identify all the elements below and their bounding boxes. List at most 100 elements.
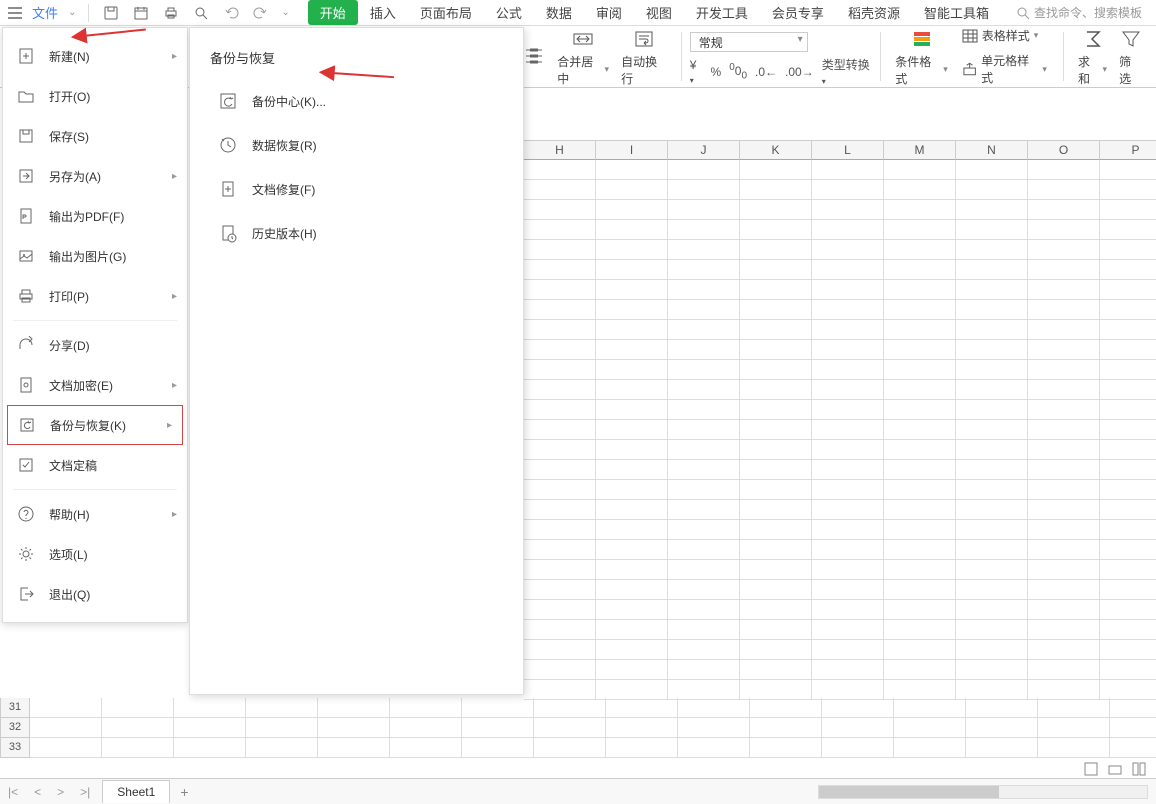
cell[interactable]: [1100, 360, 1156, 380]
cell[interactable]: [956, 560, 1028, 580]
add-sheet-button[interactable]: +: [170, 784, 198, 800]
cell[interactable]: [668, 400, 740, 420]
type-convert-button[interactable]: 类型转换 ▾: [822, 56, 873, 87]
cell[interactable]: [956, 680, 1028, 700]
cell[interactable]: [740, 200, 812, 220]
cell[interactable]: [596, 620, 668, 640]
cell[interactable]: [462, 718, 534, 738]
cell[interactable]: [812, 240, 884, 260]
tab-formula[interactable]: 公式: [484, 0, 534, 26]
hamburger-icon[interactable]: [4, 5, 26, 21]
cell[interactable]: [246, 718, 318, 738]
cell[interactable]: [596, 520, 668, 540]
cell[interactable]: [596, 280, 668, 300]
cell[interactable]: [606, 718, 678, 738]
cell[interactable]: [596, 340, 668, 360]
cell[interactable]: [884, 260, 956, 280]
cell[interactable]: [524, 500, 596, 520]
cell[interactable]: [524, 440, 596, 460]
cell[interactable]: [884, 620, 956, 640]
cell[interactable]: [1028, 520, 1100, 540]
cell[interactable]: [596, 560, 668, 580]
cell[interactable]: [966, 698, 1038, 718]
cell[interactable]: [668, 560, 740, 580]
cell[interactable]: [812, 440, 884, 460]
cell[interactable]: [956, 520, 1028, 540]
cell[interactable]: [606, 738, 678, 758]
cell[interactable]: [1100, 600, 1156, 620]
cell[interactable]: [1028, 440, 1100, 460]
cell[interactable]: [812, 580, 884, 600]
col-header[interactable]: H: [524, 140, 596, 160]
search-box[interactable]: 查找命令、搜索模板: [1016, 4, 1152, 21]
cell[interactable]: [740, 220, 812, 240]
file-menu-button[interactable]: 文件: [28, 3, 62, 22]
cell[interactable]: [956, 300, 1028, 320]
preview-icon[interactable]: [187, 3, 215, 23]
cell[interactable]: [668, 540, 740, 560]
table-style-button[interactable]: 表格样式▾: [962, 27, 1047, 44]
cell[interactable]: [524, 540, 596, 560]
cell[interactable]: [1028, 380, 1100, 400]
cell[interactable]: [596, 380, 668, 400]
cell[interactable]: [1028, 600, 1100, 620]
cell[interactable]: [956, 660, 1028, 680]
cell[interactable]: [956, 380, 1028, 400]
cell[interactable]: [884, 500, 956, 520]
cell[interactable]: [596, 540, 668, 560]
cell[interactable]: [102, 738, 174, 758]
cell-style-button[interactable]: 单元格样式▾: [962, 52, 1047, 86]
filter-button[interactable]: 筛选: [1113, 27, 1148, 87]
cell[interactable]: [884, 660, 956, 680]
cell[interactable]: [524, 520, 596, 540]
col-header[interactable]: P: [1100, 140, 1156, 160]
cell[interactable]: [812, 220, 884, 240]
cell[interactable]: [1100, 200, 1156, 220]
col-header[interactable]: L: [812, 140, 884, 160]
cell[interactable]: [524, 400, 596, 420]
row-header[interactable]: 33: [0, 738, 30, 758]
cell[interactable]: [812, 500, 884, 520]
cell[interactable]: [812, 560, 884, 580]
cell[interactable]: [740, 180, 812, 200]
cell[interactable]: [246, 698, 318, 718]
cell[interactable]: [812, 520, 884, 540]
cell[interactable]: [740, 580, 812, 600]
cell[interactable]: [524, 640, 596, 660]
cell[interactable]: [1100, 280, 1156, 300]
cell[interactable]: [956, 420, 1028, 440]
cell[interactable]: [524, 600, 596, 620]
conditional-format-button[interactable]: 条件格式▾: [889, 27, 953, 87]
cell[interactable]: [956, 460, 1028, 480]
cell[interactable]: [812, 600, 884, 620]
cell[interactable]: [318, 738, 390, 758]
cell[interactable]: [1028, 160, 1100, 180]
tab-insert[interactable]: 插入: [358, 0, 408, 26]
cell[interactable]: [1028, 420, 1100, 440]
cell[interactable]: [956, 240, 1028, 260]
cell[interactable]: [740, 420, 812, 440]
cell[interactable]: [956, 580, 1028, 600]
cell[interactable]: [1100, 560, 1156, 580]
quick-access-dropdown[interactable]: ⌄: [277, 7, 293, 18]
cell[interactable]: [884, 280, 956, 300]
cell[interactable]: [1100, 420, 1156, 440]
cell[interactable]: [596, 680, 668, 700]
cell[interactable]: [668, 580, 740, 600]
cell[interactable]: [534, 738, 606, 758]
cell[interactable]: [524, 300, 596, 320]
cell[interactable]: [1100, 320, 1156, 340]
cell[interactable]: [524, 220, 596, 240]
cell[interactable]: [884, 680, 956, 700]
menu-options[interactable]: 选项(L): [3, 534, 187, 574]
cell[interactable]: [596, 300, 668, 320]
cell[interactable]: [884, 240, 956, 260]
cell[interactable]: [750, 738, 822, 758]
cell[interactable]: [668, 260, 740, 280]
redo-icon[interactable]: [247, 3, 275, 23]
cell[interactable]: [668, 460, 740, 480]
col-header[interactable]: J: [668, 140, 740, 160]
cell[interactable]: [1100, 660, 1156, 680]
cell[interactable]: [678, 718, 750, 738]
cell[interactable]: [1110, 718, 1156, 738]
